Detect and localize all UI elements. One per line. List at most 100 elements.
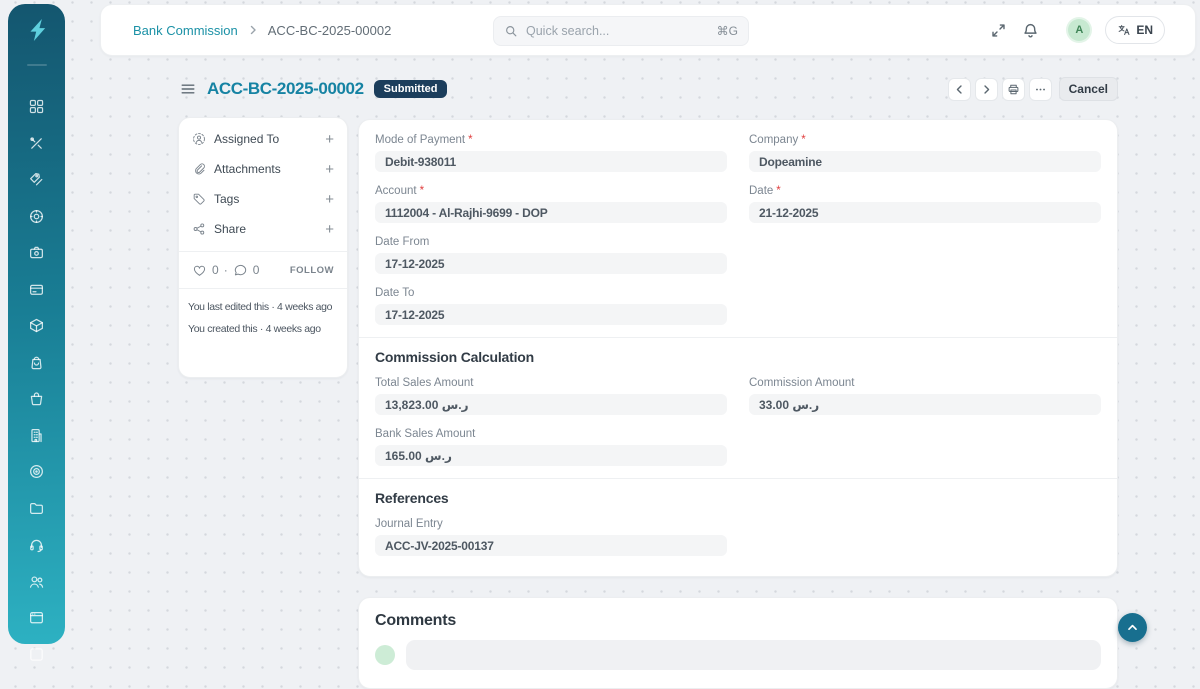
users-icon[interactable] bbox=[28, 573, 45, 590]
headset-icon[interactable] bbox=[28, 536, 45, 553]
status-badge: Submitted bbox=[374, 80, 448, 98]
mode-of-payment-label: Mode of Payment bbox=[375, 133, 465, 147]
translate-icon bbox=[1117, 23, 1131, 37]
extra-icon[interactable] bbox=[28, 646, 45, 663]
total-sales-amount-label: Total Sales Amount bbox=[375, 376, 473, 390]
tags-icon[interactable] bbox=[28, 171, 45, 188]
last-edited-link[interactable]: You last edited this · 4 weeks ago bbox=[179, 296, 347, 318]
tags-label: Tags bbox=[214, 192, 239, 206]
comment-input[interactable] bbox=[406, 640, 1101, 670]
package-icon[interactable] bbox=[28, 317, 45, 334]
dot-separator: · bbox=[224, 263, 228, 277]
cancel-button[interactable]: Cancel bbox=[1059, 77, 1118, 101]
like-count: 0 bbox=[212, 263, 219, 277]
quick-search-input[interactable]: Quick search... ⌘G bbox=[493, 16, 749, 46]
section-divider bbox=[359, 337, 1117, 338]
date-input[interactable]: 21-12-2025 bbox=[749, 202, 1101, 223]
total-sales-amount-input[interactable]: 13,823.00 ر.س bbox=[375, 394, 727, 415]
breadcrumb-current[interactable]: ACC-BC-2025-00002 bbox=[268, 23, 392, 38]
sidebar-nav bbox=[8, 98, 65, 663]
logo-icon[interactable] bbox=[23, 16, 51, 44]
breadcrumb-parent-link[interactable]: Bank Commission bbox=[133, 23, 238, 38]
created-link[interactable]: You created this · 4 weeks ago bbox=[179, 318, 347, 340]
form-column-left: Mode of Payment* Debit-938011 Account* 1… bbox=[375, 133, 727, 337]
required-marker: * bbox=[776, 184, 780, 198]
folder-icon[interactable] bbox=[28, 500, 45, 517]
follow-button[interactable]: FOLLOW bbox=[290, 265, 334, 276]
required-marker: * bbox=[801, 133, 805, 147]
search-shortcut: ⌘G bbox=[717, 24, 738, 38]
quality-icon[interactable] bbox=[28, 463, 45, 480]
language-selector[interactable]: EN bbox=[1105, 16, 1165, 44]
basket-icon[interactable] bbox=[28, 390, 45, 407]
journal-entry-input[interactable]: ACC-JV-2025-00137 bbox=[375, 535, 727, 556]
chevron-up-icon bbox=[1126, 621, 1139, 634]
doc-title-row: ACC-BC-2025-00002 Submitted Cancel bbox=[180, 73, 1118, 105]
date-from-label: Date From bbox=[375, 235, 429, 249]
sidebar-divider bbox=[27, 64, 47, 66]
tools-icon[interactable] bbox=[28, 135, 45, 152]
section-divider bbox=[359, 478, 1117, 479]
field-date-to: Date To 17-12-2025 bbox=[375, 286, 727, 325]
comment-count: 0 bbox=[253, 263, 260, 277]
apps-grid-icon[interactable] bbox=[28, 98, 45, 115]
comment-icon[interactable] bbox=[233, 263, 248, 278]
likes-row: 0 · 0 FOLLOW bbox=[179, 252, 347, 288]
references-section-title: References bbox=[375, 490, 1101, 506]
date-from-input[interactable]: 17-12-2025 bbox=[375, 253, 727, 274]
scroll-to-top-button[interactable] bbox=[1118, 613, 1147, 642]
chevron-right-icon bbox=[247, 24, 259, 36]
field-journal-entry: Journal Entry ACC-JV-2025-00137 bbox=[375, 517, 727, 556]
search-icon bbox=[504, 24, 518, 38]
fullscreen-icon[interactable] bbox=[990, 22, 1007, 39]
app-sidebar bbox=[8, 4, 65, 644]
next-doc-button[interactable] bbox=[975, 78, 998, 101]
company-input[interactable]: Dopeamine bbox=[749, 151, 1101, 172]
heart-icon[interactable] bbox=[192, 263, 207, 278]
field-mode-of-payment: Mode of Payment* Debit-938011 bbox=[375, 133, 727, 172]
add-share-button[interactable]: + bbox=[325, 222, 334, 237]
print-button[interactable] bbox=[1002, 78, 1025, 101]
card-icon[interactable] bbox=[28, 281, 45, 298]
attachments-row[interactable]: Attachments + bbox=[179, 154, 347, 184]
top-header: Bank Commission ACC-BC-2025-00002 Quick … bbox=[100, 4, 1196, 56]
mode-of-payment-input[interactable]: Debit-938011 bbox=[375, 151, 727, 172]
bank-sales-amount-input[interactable]: 165.00 ر.س bbox=[375, 445, 727, 466]
bank-icon[interactable] bbox=[28, 244, 45, 261]
doc-toolbar: Cancel bbox=[948, 77, 1118, 101]
activity-history: You last edited this · 4 weeks ago You c… bbox=[179, 289, 347, 340]
date-label: Date bbox=[749, 184, 773, 198]
avatar[interactable]: A bbox=[1068, 19, 1090, 41]
bell-icon[interactable] bbox=[1022, 22, 1039, 39]
doc-info-panel: Assigned To + Attachments + Tags + Share… bbox=[178, 117, 348, 378]
more-actions-button[interactable] bbox=[1029, 78, 1052, 101]
bank-sales-amount-label: Bank Sales Amount bbox=[375, 427, 475, 441]
share-row[interactable]: Share + bbox=[179, 214, 347, 244]
globe-icon[interactable] bbox=[28, 208, 45, 225]
add-tag-button[interactable]: + bbox=[325, 192, 334, 207]
account-input[interactable]: 1112004 - Al-Rajhi-9699 - DOP bbox=[375, 202, 727, 223]
window-icon[interactable] bbox=[28, 609, 45, 626]
field-company: Company* Dopeamine bbox=[749, 133, 1101, 172]
commission-amount-input[interactable]: 33.00 ر.س bbox=[749, 394, 1101, 415]
share-label: Share bbox=[214, 222, 246, 236]
comments-section: Comments bbox=[358, 597, 1118, 689]
tags-row[interactable]: Tags + bbox=[179, 184, 347, 214]
assigned-to-row[interactable]: Assigned To + bbox=[179, 124, 347, 154]
building-icon[interactable] bbox=[28, 427, 45, 444]
prev-doc-button[interactable] bbox=[948, 78, 971, 101]
date-to-input[interactable]: 17-12-2025 bbox=[375, 304, 727, 325]
shopping-bag-icon[interactable] bbox=[28, 354, 45, 371]
comments-title: Comments bbox=[375, 612, 1101, 630]
page-title: ACC-BC-2025-00002 bbox=[207, 79, 364, 99]
date-to-label: Date To bbox=[375, 286, 414, 300]
add-assignment-button[interactable]: + bbox=[325, 132, 334, 147]
assigned-to-label: Assigned To bbox=[214, 132, 279, 146]
account-label: Account bbox=[375, 184, 417, 198]
attachments-label: Attachments bbox=[214, 162, 281, 176]
add-attachment-button[interactable]: + bbox=[325, 162, 334, 177]
breadcrumb: Bank Commission ACC-BC-2025-00002 bbox=[133, 23, 391, 38]
tag-icon bbox=[192, 192, 206, 206]
assigned-to-icon bbox=[192, 132, 206, 146]
menu-icon[interactable] bbox=[180, 81, 196, 97]
